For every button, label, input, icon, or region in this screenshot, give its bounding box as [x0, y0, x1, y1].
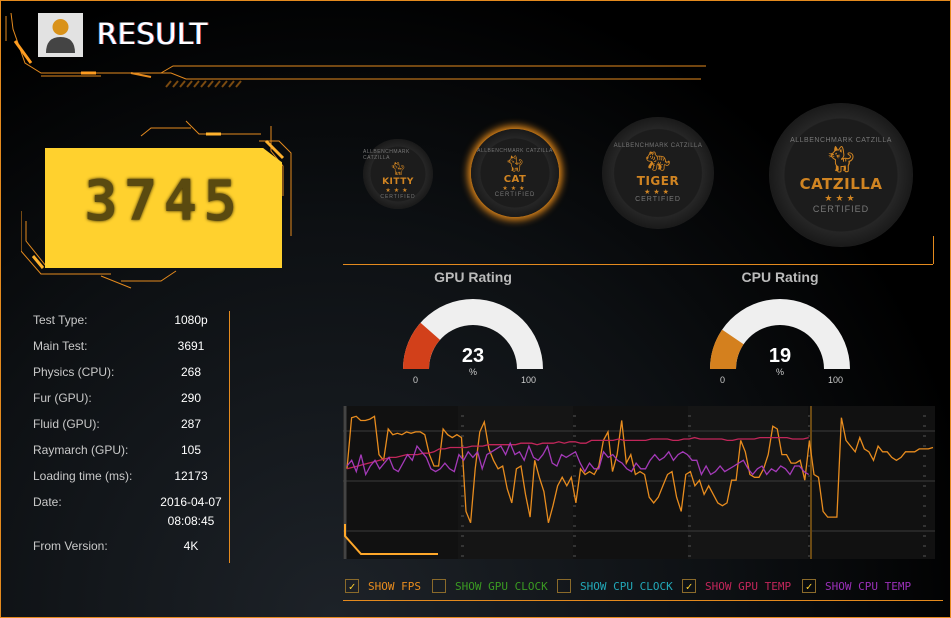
- cpu-rating-min: 0: [720, 375, 726, 385]
- gpu-rating-min: 0: [413, 375, 419, 385]
- stat-label: Date:: [33, 495, 62, 509]
- cpu-rating-max: 100: [828, 375, 844, 385]
- stat-value-date: 2016-04-07: [160, 495, 222, 509]
- stat-value: 287: [180, 417, 202, 431]
- cpu-rating-title: CPU Rating: [741, 269, 819, 285]
- gpu-rating-unit: %: [468, 367, 477, 377]
- gpu-rating-max: 100: [521, 375, 537, 385]
- option-label: SHOW CPU TEMP: [825, 579, 912, 593]
- stars-icon: ★★★: [502, 186, 528, 192]
- gpu-rating-value: 23: [461, 345, 485, 367]
- checkbox-show-gpu-temp[interactable]: ✓: [682, 579, 696, 593]
- tiger-icon: 🐅︎: [645, 151, 671, 173]
- catzilla-icon: 🐈︎: [824, 143, 858, 174]
- checkbox-show-fps[interactable]: ✓: [345, 579, 359, 593]
- stat-label: Fluid (GPU):: [33, 417, 100, 431]
- stat-label: Physics (CPU):: [33, 365, 115, 379]
- badge-ring-text: ALLBENCHMARK CATZILLA: [790, 136, 892, 144]
- kitty-icon: 🐈︎: [389, 160, 407, 176]
- stat-label: Loading time (ms):: [33, 469, 133, 483]
- stars-icon: ★★★: [824, 192, 858, 203]
- cpu-rating-unit: %: [775, 367, 784, 377]
- chart-svg: [343, 406, 935, 559]
- badge-kitty[interactable]: ALLBENCHMARK CATZILLA 🐈︎ KITTY ★★★ CERTI…: [363, 139, 433, 209]
- cat-icon: 🐈︎: [504, 156, 526, 173]
- badge-certified: CERTIFIED: [494, 192, 536, 198]
- chart-band: [688, 406, 808, 559]
- stat-value: 268: [180, 365, 202, 379]
- stat-value: 105: [180, 443, 202, 457]
- stat-label: Main Test:: [33, 339, 88, 353]
- chart-band: [458, 406, 573, 559]
- option-show-cpu-temp[interactable]: ✓ SHOW CPU TEMP: [802, 579, 911, 593]
- badge-certified: CERTIFIED: [380, 193, 416, 200]
- stars-icon: ★★★: [644, 189, 672, 196]
- badge-name: CAT: [503, 174, 527, 185]
- badge-tiger[interactable]: ALLBENCHMARK CATZILLA 🐅︎ TIGER ★★★ CERTI…: [602, 117, 714, 229]
- stat-label: Fur (GPU):: [33, 391, 92, 405]
- stat-value-time: 08:08:45: [167, 514, 215, 528]
- stat-value: 12173: [174, 469, 208, 483]
- checkbox-show-gpu-clock[interactable]: [432, 579, 446, 593]
- badge-name: KITTY: [382, 176, 414, 187]
- stat-value: 4K: [183, 539, 199, 553]
- option-label: SHOW FPS: [368, 579, 421, 593]
- option-label: SHOW GPU TEMP: [705, 579, 792, 593]
- option-label: SHOW GPU CLOCK: [455, 579, 548, 593]
- badge-divider: [343, 264, 933, 265]
- badge-ring-text: ALLBENCHMARK CATZILLA: [363, 148, 410, 161]
- performance-chart[interactable]: [343, 406, 935, 559]
- badge-certified: CERTIFIED: [635, 196, 681, 203]
- badge-cat[interactable]: ALLBENCHMARK CATZILLA 🐈︎ CAT ★★★ CERTIFI…: [471, 129, 559, 217]
- stat-value: 1080p: [174, 313, 208, 327]
- stat-label: Test Type:: [33, 313, 88, 327]
- stats-divider: [229, 311, 230, 563]
- badge-catzilla[interactable]: ALLBENCHMARK CATZILLA 🐈︎ CATZILLA ★★★ CE…: [769, 103, 913, 247]
- checkbox-show-cpu-temp[interactable]: ✓: [802, 579, 816, 593]
- option-show-gpu-clock[interactable]: SHOW GPU CLOCK: [432, 579, 548, 593]
- stat-value: 290: [180, 391, 202, 405]
- checkbox-show-cpu-clock[interactable]: [557, 579, 571, 593]
- stat-value: 3691: [177, 339, 205, 353]
- options-divider: [343, 600, 943, 601]
- header-decoration: [5, 12, 706, 88]
- badge-divider-corner: [933, 236, 934, 264]
- option-show-cpu-clock[interactable]: SHOW CPU CLOCK: [557, 579, 673, 593]
- cpu-rating-value: 19: [768, 345, 792, 367]
- stat-label: From Version:: [33, 539, 108, 553]
- gpu-rating-title: GPU Rating: [434, 269, 512, 285]
- badge-name: CATZILLA: [799, 174, 883, 193]
- option-label: SHOW CPU CLOCK: [580, 579, 673, 593]
- option-show-fps[interactable]: ✓ SHOW FPS: [345, 579, 421, 593]
- chart-background: [343, 406, 935, 559]
- result-window: RESULT 3745 Test Type: 1080p Main Test: …: [0, 0, 951, 618]
- badge-certified: CERTIFIED: [812, 203, 870, 214]
- badge-name: TIGER: [636, 174, 680, 188]
- total-score: 3745: [84, 169, 243, 234]
- stat-label: Raymarch (GPU):: [33, 443, 129, 457]
- option-show-gpu-temp[interactable]: ✓ SHOW GPU TEMP: [682, 579, 791, 593]
- stars-icon: ★★★: [385, 187, 411, 194]
